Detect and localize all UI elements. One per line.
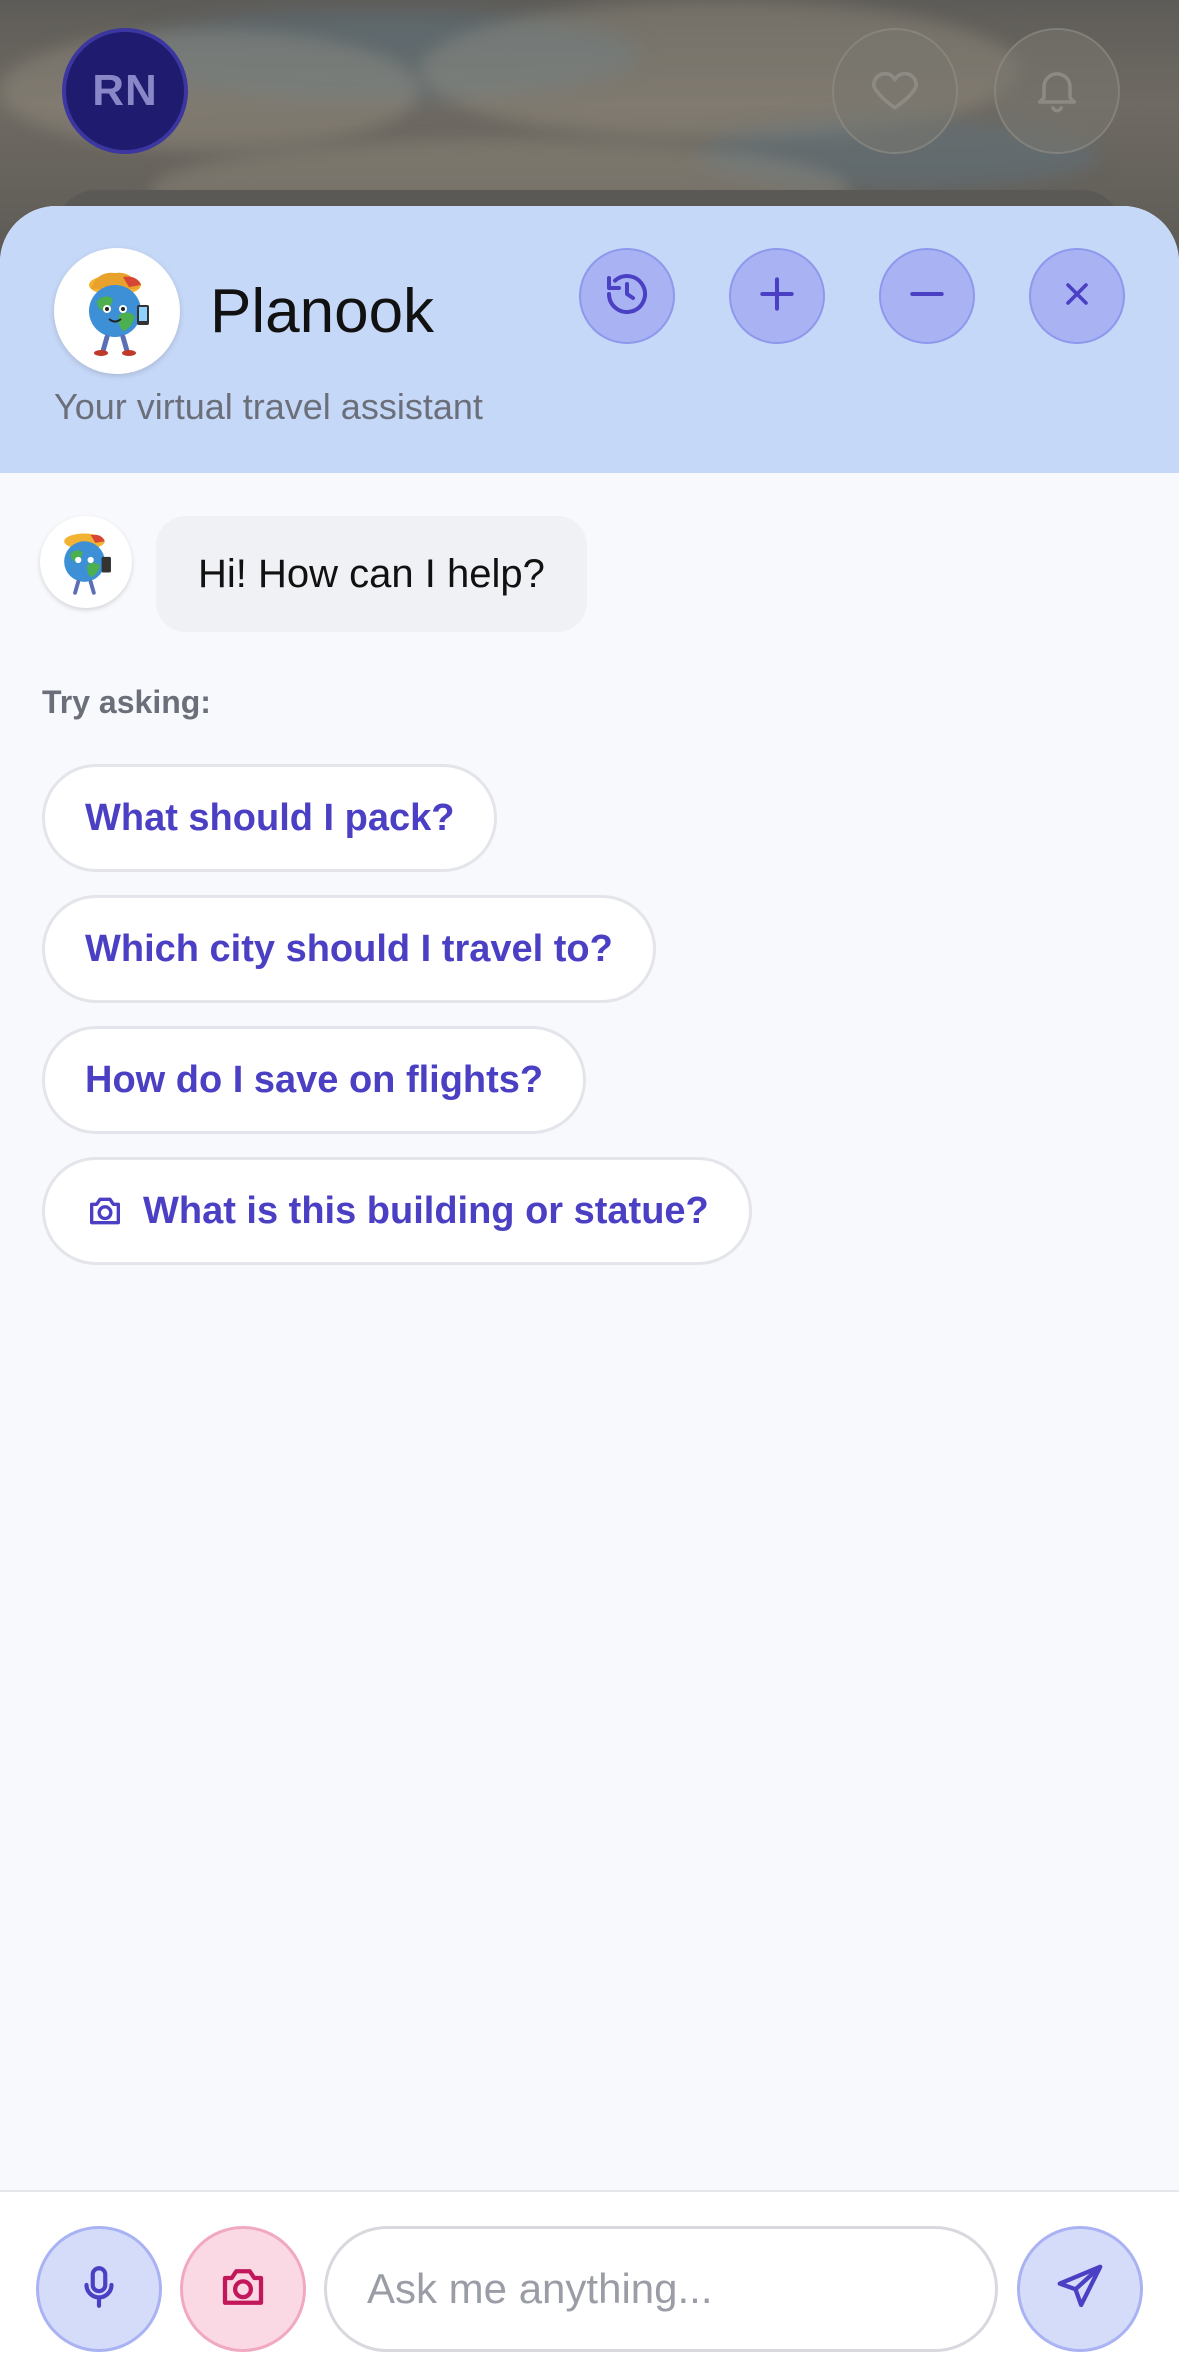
globe-mascot-icon: [47, 521, 125, 604]
close-button[interactable]: [1029, 248, 1125, 344]
user-avatar[interactable]: RN: [62, 28, 188, 154]
suggestion-label: What is this building or statue?: [143, 1189, 709, 1232]
suggestion-chip[interactable]: What should I pack?: [42, 764, 498, 872]
new-chat-button[interactable]: [729, 248, 825, 344]
camera-icon: [85, 1191, 125, 1231]
assistant-logo: [54, 248, 180, 374]
suggestion-label: How do I save on flights?: [85, 1058, 544, 1101]
plus-icon: [755, 272, 799, 321]
heart-icon: [867, 61, 923, 122]
suggestion-chip[interactable]: How do I save on flights?: [42, 1026, 587, 1134]
assistant-greeting-bubble: Hi! How can I help?: [156, 516, 587, 632]
minimize-button[interactable]: [879, 248, 975, 344]
send-button[interactable]: [1017, 2226, 1143, 2352]
chat-sheet: Planook Your virtual travel assistant Hi…: [0, 206, 1179, 2379]
close-icon: [1059, 276, 1095, 317]
greeting-text: Hi! How can I help?: [198, 551, 545, 596]
assistant-subtitle: Your virtual travel assistant: [54, 386, 483, 427]
suggestion-chip[interactable]: Which city should I travel to?: [42, 895, 656, 1003]
avatar-initials: RN: [92, 66, 158, 115]
camera-button[interactable]: [180, 2226, 306, 2352]
suggestion-label: Which city should I travel to?: [85, 927, 613, 970]
voice-input-button[interactable]: [36, 2226, 162, 2352]
history-icon: [603, 270, 651, 323]
minus-icon: [905, 272, 949, 321]
assistant-message-avatar: [40, 516, 132, 608]
favorites-button[interactable]: [832, 28, 958, 154]
chat-header: Planook Your virtual travel assistant: [0, 206, 1179, 473]
microphone-icon: [74, 2262, 124, 2317]
assistant-name: Planook: [210, 277, 435, 346]
send-icon: [1053, 2260, 1107, 2319]
notifications-button[interactable]: [994, 28, 1120, 154]
globe-mascot-icon: [67, 259, 167, 364]
history-button[interactable]: [579, 248, 675, 344]
camera-icon: [216, 2260, 270, 2319]
bell-icon: [1031, 63, 1083, 120]
suggestion-chip-camera[interactable]: What is this building or statue?: [42, 1157, 752, 1265]
chat-composer: [0, 2190, 1179, 2379]
try-asking-label: Try asking:: [42, 684, 211, 720]
message-input[interactable]: [324, 2226, 998, 2352]
suggestion-label: What should I pack?: [85, 796, 455, 839]
